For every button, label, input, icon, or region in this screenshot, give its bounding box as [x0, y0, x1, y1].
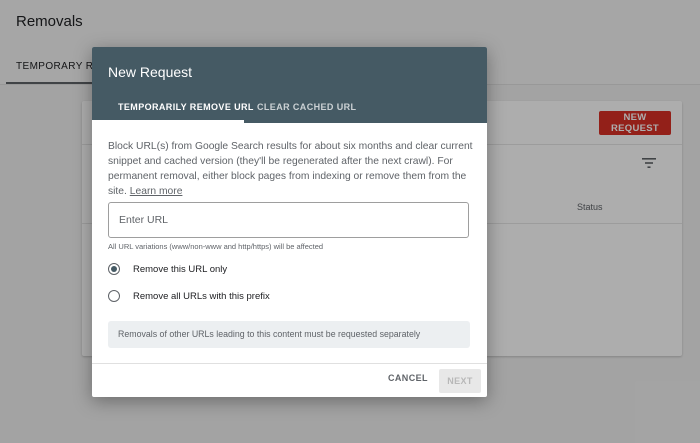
option-label: Remove this URL only	[133, 263, 228, 275]
learn-more-link[interactable]: Learn more	[130, 186, 183, 197]
dialog-title: New Request	[108, 64, 193, 80]
cancel-button[interactable]: CANCEL	[388, 373, 428, 383]
radio-unselected[interactable]	[108, 290, 120, 302]
new-request-dialog: New Request TEMPORARILY REMOVE URL CLEAR…	[92, 47, 487, 397]
option-remove-all-urls-with-prefix[interactable]: Remove all URLs with this prefix	[108, 288, 270, 304]
url-helper-text: All URL variations (www/non-www and http…	[108, 242, 324, 251]
tab-temporarily-remove-url[interactable]: TEMPORARILY REMOVE URL	[118, 102, 254, 112]
next-button[interactable]: NEXT	[439, 369, 481, 393]
active-tab-indicator	[92, 120, 244, 123]
option-remove-this-url-only[interactable]: Remove this URL only	[108, 261, 227, 277]
dialog-header: New Request TEMPORARILY REMOVE URL CLEAR…	[92, 47, 487, 123]
dialog-description: Block URL(s) from Google Search results …	[108, 139, 476, 199]
info-note: Removals of other URLs leading to this c…	[108, 321, 470, 348]
url-input[interactable]	[108, 202, 469, 238]
radio-dot	[111, 266, 117, 272]
radio-selected[interactable]	[108, 263, 120, 275]
option-label: Remove all URLs with this prefix	[133, 290, 270, 302]
tab-clear-cached-url[interactable]: CLEAR CACHED URL	[257, 102, 356, 112]
footer-divider	[92, 363, 487, 364]
